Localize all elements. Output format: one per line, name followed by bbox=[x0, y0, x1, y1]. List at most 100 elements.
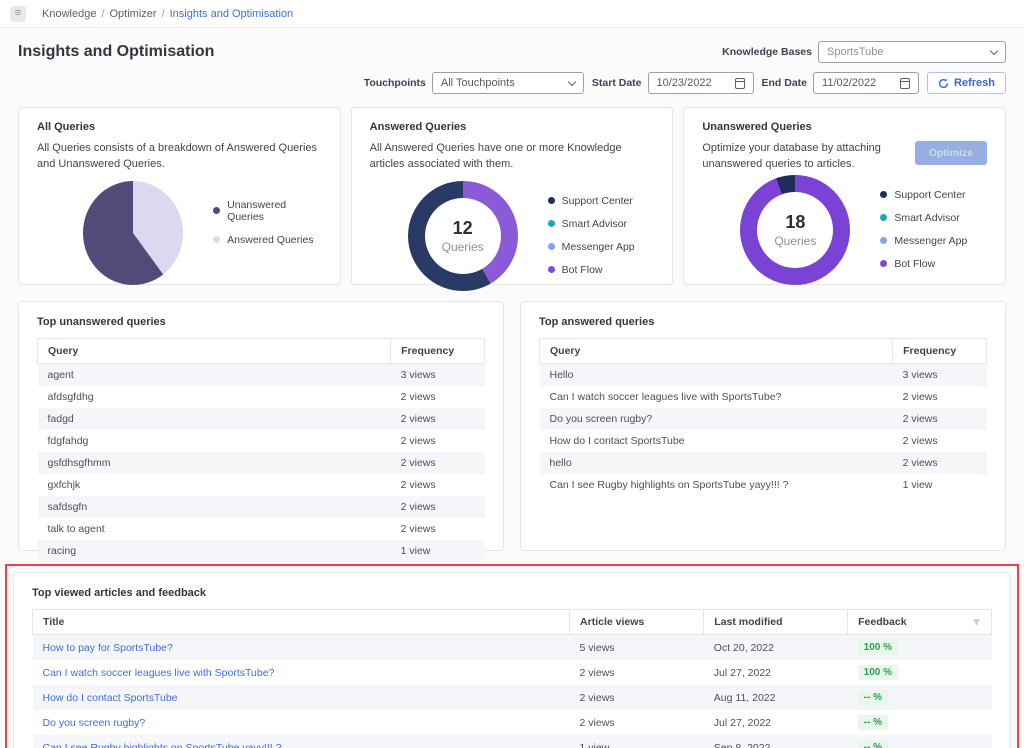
query-cell: Can I watch soccer leagues live with Spo… bbox=[540, 386, 893, 408]
article-link[interactable]: How to pay for SportsTube? bbox=[43, 642, 173, 654]
breadcrumb: Knowledge / Optimizer / Insights and Opt… bbox=[42, 8, 293, 20]
column-header-query: Query bbox=[38, 339, 391, 364]
legend-dot bbox=[548, 266, 555, 273]
table-row: fadgd2 views bbox=[38, 408, 485, 430]
table-row: Can I watch soccer leagues live with Spo… bbox=[33, 660, 992, 685]
table-row: Can I watch soccer leagues live with Spo… bbox=[540, 386, 987, 408]
donut-center: 18 Queries bbox=[757, 192, 833, 268]
filter-funnel-icon[interactable] bbox=[972, 618, 981, 627]
breadcrumb-current: Insights and Optimisation bbox=[170, 8, 294, 20]
legend-item: Bot Flow bbox=[880, 258, 967, 270]
start-date-value: 10/23/2022 bbox=[657, 77, 712, 89]
top-unanswered-queries-title: Top unanswered queries bbox=[37, 316, 485, 328]
all-queries-pie-chart bbox=[83, 181, 183, 285]
knowledge-bases-control: Knowledge Bases SportsTube bbox=[722, 41, 1006, 63]
red-annotation-rectangle: Top viewed articles and feedback Title A… bbox=[5, 564, 1019, 748]
knowledge-bases-value: SportsTube bbox=[827, 46, 883, 58]
top-viewed-articles-card: Top viewed articles and feedback Title A… bbox=[13, 572, 1011, 748]
table-row: How do I contact SportsTube 2 views Aug … bbox=[33, 685, 992, 710]
frequency-cell: 1 view bbox=[893, 474, 987, 496]
unanswered-count-unit: Queries bbox=[774, 234, 816, 248]
page-title: Insights and Optimisation bbox=[18, 43, 214, 61]
start-date-control: Start Date 10/23/2022 bbox=[592, 72, 754, 94]
legend-item: Unanswered Queries bbox=[213, 199, 322, 223]
start-date-input[interactable]: 10/23/2022 bbox=[648, 72, 754, 94]
top-answered-queries-card: Top answered queries Query Frequency Hel… bbox=[520, 301, 1006, 551]
article-link[interactable]: How do I contact SportsTube bbox=[43, 692, 178, 704]
article-link[interactable]: Can I watch soccer leagues live with Spo… bbox=[43, 667, 275, 679]
optimize-button[interactable]: Optimize bbox=[915, 141, 987, 165]
query-cell: fadgd bbox=[38, 408, 391, 430]
breadcrumb-knowledge[interactable]: Knowledge bbox=[42, 8, 96, 20]
legend-dot bbox=[880, 237, 887, 244]
donut-center: 12 Queries bbox=[425, 198, 501, 274]
frequency-cell: 2 views bbox=[893, 430, 987, 452]
frequency-cell: 2 views bbox=[391, 430, 485, 452]
frequency-cell: 2 views bbox=[893, 386, 987, 408]
legend-label: Bot Flow bbox=[894, 258, 935, 270]
query-cell: gxfchjk bbox=[38, 474, 391, 496]
frequency-cell: 3 views bbox=[893, 364, 987, 387]
frequency-cell: 2 views bbox=[391, 386, 485, 408]
feedback-badge: 100 % bbox=[858, 640, 898, 655]
feedback-header-label: Feedback bbox=[858, 616, 906, 628]
query-cell: afdsgfdhg bbox=[38, 386, 391, 408]
feedback-badge: 100 % bbox=[858, 665, 898, 680]
legend-item: Messenger App bbox=[548, 241, 635, 253]
frequency-cell: 2 views bbox=[391, 518, 485, 540]
table-row: afdsgfdhg2 views bbox=[38, 386, 485, 408]
frequency-cell: 2 views bbox=[391, 452, 485, 474]
column-header-title: Title bbox=[33, 610, 570, 635]
chevron-down-icon bbox=[568, 77, 576, 85]
hamburger-menu-icon[interactable]: ≡ bbox=[10, 6, 26, 22]
query-cell: hello bbox=[540, 452, 893, 474]
query-cell: talk to agent bbox=[38, 518, 391, 540]
query-cell: Hello bbox=[540, 364, 893, 387]
breadcrumb-optimizer[interactable]: Optimizer bbox=[110, 8, 157, 20]
end-date-input[interactable]: 11/02/2022 bbox=[813, 72, 919, 94]
query-cell: agent bbox=[38, 364, 391, 387]
touchpoints-select[interactable]: All Touchpoints bbox=[432, 72, 584, 94]
frequency-cell: 2 views bbox=[391, 496, 485, 518]
views-cell: 5 views bbox=[570, 635, 704, 661]
legend-item: Smart Advisor bbox=[880, 212, 967, 224]
column-header-article-views: Article views bbox=[570, 610, 704, 635]
table-row: Can I see Rugby highlights on SportsTube… bbox=[540, 474, 987, 496]
all-queries-card: All Queries All Queries consists of a br… bbox=[18, 107, 341, 285]
legend-label: Unanswered Queries bbox=[227, 199, 322, 223]
query-cell: Can I see Rugby highlights on SportsTube… bbox=[540, 474, 893, 496]
views-cell: 2 views bbox=[570, 685, 704, 710]
query-cell: safdsgfn bbox=[38, 496, 391, 518]
feedback-badge: -- % bbox=[858, 690, 888, 705]
table-row: safdsgfn2 views bbox=[38, 496, 485, 518]
top-viewed-articles-title: Top viewed articles and feedback bbox=[32, 587, 992, 599]
touchpoints-value: All Touchpoints bbox=[441, 77, 515, 89]
end-date-control: End Date 11/02/2022 bbox=[762, 72, 920, 94]
table-row: Can I see Rugby highlights on SportsTube… bbox=[33, 735, 992, 748]
frequency-cell: 2 views bbox=[391, 408, 485, 430]
top-bar: ≡ Knowledge / Optimizer / Insights and O… bbox=[0, 0, 1024, 28]
top-viewed-articles-table: Title Article views Last modified Feedba… bbox=[32, 609, 992, 748]
article-link[interactable]: Do you screen rugby? bbox=[43, 717, 146, 729]
column-header-frequency: Frequency bbox=[391, 339, 485, 364]
legend-dot bbox=[880, 214, 887, 221]
table-row: Do you screen rugby? 2 views Jul 27, 202… bbox=[33, 710, 992, 735]
unanswered-count: 18 bbox=[785, 212, 805, 233]
table-row: gsfdhsgfhmm2 views bbox=[38, 452, 485, 474]
unanswered-queries-title: Unanswered Queries bbox=[702, 121, 987, 133]
views-cell: 2 views bbox=[570, 710, 704, 735]
table-row: hello2 views bbox=[540, 452, 987, 474]
frequency-cell: 2 views bbox=[893, 452, 987, 474]
column-header-last-modified: Last modified bbox=[704, 610, 848, 635]
knowledge-bases-select[interactable]: SportsTube bbox=[818, 41, 1006, 63]
refresh-button[interactable]: Refresh bbox=[927, 72, 1006, 94]
legend-item: Messenger App bbox=[880, 235, 967, 247]
top-unanswered-queries-table: Query Frequency agent3 views afdsgfdhg2 … bbox=[37, 338, 485, 562]
table-row: Hello3 views bbox=[540, 364, 987, 387]
article-link[interactable]: Can I see Rugby highlights on SportsTube… bbox=[43, 742, 282, 748]
legend-dot bbox=[548, 243, 555, 250]
breadcrumb-separator: / bbox=[101, 8, 104, 20]
legend-label: Support Center bbox=[562, 195, 633, 207]
legend-label: Smart Advisor bbox=[894, 212, 959, 224]
legend-dot bbox=[548, 220, 555, 227]
